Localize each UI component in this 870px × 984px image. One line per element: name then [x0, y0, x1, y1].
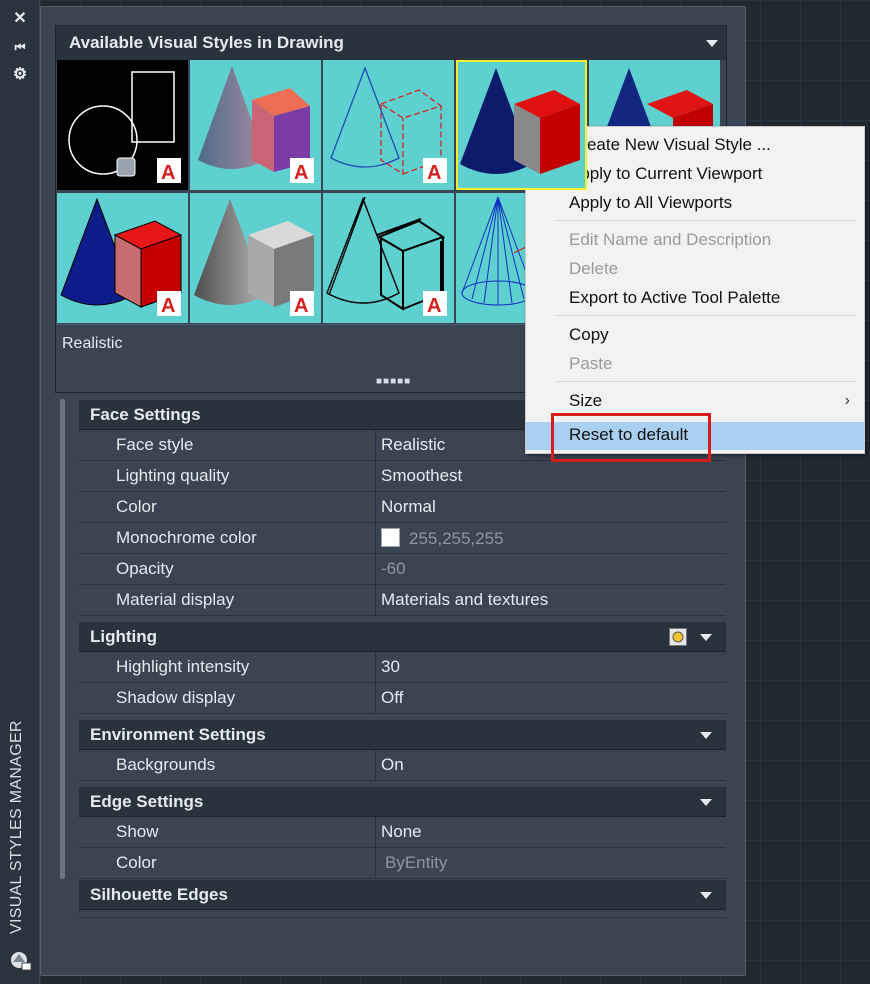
section-title: Lighting: [90, 627, 158, 646]
chevron-down-icon[interactable]: [700, 799, 712, 806]
menu-separator: [556, 381, 856, 382]
thumbnail-realistic[interactable]: [456, 60, 587, 190]
property-label: Opacity: [79, 554, 375, 584]
property-label: Shadow display: [79, 683, 375, 713]
property-value[interactable]: Smoothest: [375, 461, 726, 491]
menu-item-apply-to-all-viewports[interactable]: Apply to All Viewports: [526, 190, 864, 218]
svg-text:A: A: [161, 162, 175, 184]
chevron-down-icon[interactable]: [706, 40, 718, 47]
section-lighting[interactable]: Lighting: [79, 622, 726, 652]
properties-icon[interactable]: [9, 948, 33, 972]
svg-text:A: A: [294, 295, 308, 317]
property-row[interactable]: Show None: [79, 817, 726, 848]
section-environment[interactable]: Environment Settings: [79, 720, 726, 750]
chevron-down-icon[interactable]: [700, 634, 712, 641]
section-silhouette-edges[interactable]: Silhouette Edges: [79, 880, 726, 910]
color-value: 255,255,255: [409, 529, 504, 548]
property-row[interactable]: Material display Materials and textures: [79, 585, 726, 616]
chevron-right-icon: ›: [844, 392, 850, 409]
palette-title-strip: ✕ ⏮ ⚙ VISUAL STYLES MANAGER: [0, 0, 40, 984]
section-title: Environment Settings: [90, 725, 266, 744]
section-title: Edge Settings: [90, 792, 204, 811]
svg-text:A: A: [427, 162, 441, 184]
close-icon[interactable]: ✕: [11, 10, 29, 28]
property-row[interactable]: Color ByEntity: [79, 848, 726, 879]
property-label: Monochrome color: [79, 523, 375, 553]
menu-item-copy[interactable]: Copy: [526, 322, 864, 350]
property-value[interactable]: Off: [375, 683, 726, 713]
available-styles-header[interactable]: Available Visual Styles in Drawing: [56, 26, 726, 60]
svg-text:A: A: [294, 162, 308, 184]
menu-item-label: Size: [569, 391, 603, 410]
property-value[interactable]: Materials and textures: [375, 585, 726, 615]
thumbnail-shades-of-gray[interactable]: A: [190, 193, 321, 323]
property-row[interactable]: Opacity -60: [79, 554, 726, 585]
property-row[interactable]: Shadow display Off: [79, 683, 726, 714]
property-label: Face style: [79, 430, 375, 460]
property-row[interactable]: Lighting quality Smoothest: [79, 461, 726, 492]
chevron-down-icon[interactable]: [700, 892, 712, 899]
chevron-down-icon[interactable]: [700, 732, 712, 739]
color-swatch[interactable]: [381, 528, 400, 547]
property-value[interactable]: 255,255,255: [375, 523, 726, 553]
property-label: Backgrounds: [79, 750, 375, 780]
collapse-icon[interactable]: ⏮: [11, 38, 29, 56]
property-label: Lighting quality: [79, 461, 375, 491]
resize-grip-icon[interactable]: ■■■■■: [376, 376, 411, 387]
property-row[interactable]: Highlight intensity 30: [79, 652, 726, 683]
property-value[interactable]: -60: [375, 554, 726, 584]
menu-item-paste[interactable]: Paste: [526, 351, 864, 379]
section-title: Silhouette Edges: [90, 885, 228, 904]
available-styles-title: Available Visual Styles in Drawing: [69, 33, 344, 52]
property-value[interactable]: ByEntity: [375, 848, 726, 878]
menu-item-delete[interactable]: Delete: [526, 256, 864, 284]
light-glyph-icon[interactable]: [669, 628, 687, 646]
property-value[interactable]: None: [375, 817, 726, 847]
property-row[interactable]: Monochrome color 255,255,255: [79, 523, 726, 554]
property-label: Color: [79, 492, 375, 522]
svg-text:A: A: [427, 295, 441, 317]
property-value[interactable]: 30: [375, 652, 726, 682]
settings-icon[interactable]: ⚙: [11, 66, 29, 84]
properties-scrollbar[interactable]: [60, 399, 65, 879]
property-label: Material display: [79, 585, 375, 615]
property-value[interactable]: Normal: [375, 492, 726, 522]
menu-item-export-to-active-tool-palette[interactable]: Export to Active Tool Palette: [526, 285, 864, 313]
thumbnail-hidden[interactable]: A: [323, 60, 454, 190]
svg-text:A: A: [161, 295, 175, 317]
menu-separator: [556, 220, 856, 221]
property-label: Color: [79, 848, 375, 878]
thumbnail-shaded-with-edges[interactable]: A: [57, 193, 188, 323]
property-row-clipped: [79, 910, 726, 918]
property-label: Highlight intensity: [79, 652, 375, 682]
property-label: Show: [79, 817, 375, 847]
property-row[interactable]: Color Normal: [79, 492, 726, 523]
thumbnail-sketchy[interactable]: A: [323, 193, 454, 323]
highlight-callout-box: [551, 413, 711, 462]
thumbnail-conceptual[interactable]: A: [190, 60, 321, 190]
menu-item-size[interactable]: Size ›: [526, 388, 864, 416]
section-edge-settings[interactable]: Edge Settings: [79, 787, 726, 817]
menu-item-edit-name-and-description[interactable]: Edit Name and Description: [526, 227, 864, 255]
properties-panel: Face Settings Face style Realistic Light…: [79, 399, 726, 918]
property-value[interactable]: On: [375, 750, 726, 780]
section-title: Face Settings: [90, 405, 201, 424]
thumbnail-2d-wireframe[interactable]: A: [57, 60, 188, 190]
palette-title: VISUAL STYLES MANAGER: [8, 720, 25, 934]
property-row[interactable]: Backgrounds On: [79, 750, 726, 781]
menu-separator: [556, 315, 856, 316]
